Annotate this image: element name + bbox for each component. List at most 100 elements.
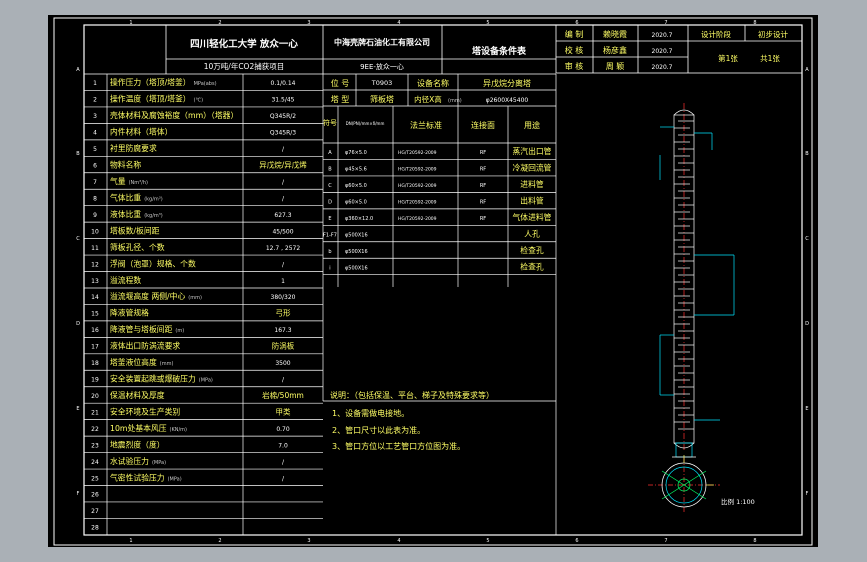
- param-unit: (mm): [188, 295, 202, 301]
- nozzle-std: HG/T20592-2009: [398, 216, 437, 222]
- col-marker-top: 3: [307, 20, 310, 26]
- dims-unit: (mm): [448, 98, 462, 104]
- col-marker-top: 5: [486, 20, 489, 26]
- param-label: 降液管规格: [110, 308, 149, 318]
- nozzle-face: RF: [480, 216, 486, 222]
- role-label: 审 核: [565, 61, 584, 71]
- param-no: 15: [91, 311, 99, 318]
- param-no: 9: [93, 212, 97, 219]
- param-label: 浮阀（泡罩）规格、个数: [110, 258, 196, 268]
- nozzle-header-size: DN(PN)/mm×δ/mm: [346, 121, 385, 126]
- param-no: 14: [91, 294, 99, 301]
- param-value: /: [282, 179, 285, 186]
- param-value: 甲类: [276, 406, 291, 416]
- param-value: /: [282, 475, 285, 482]
- col-marker-bottom: 4: [397, 538, 400, 544]
- param-no: 7: [93, 179, 97, 186]
- param-value: 1: [281, 278, 285, 285]
- param-value: Q345R/2: [270, 113, 296, 120]
- role-label: 校 核: [565, 45, 584, 55]
- dims-value: φ2600X45400: [486, 97, 529, 104]
- nozzle-use: 气体进料管: [513, 212, 552, 222]
- param-value: 380/320: [271, 294, 296, 301]
- param-value: 167.3: [274, 327, 291, 334]
- nozzle-use: 进料管: [520, 179, 544, 189]
- param-no: 1: [93, 80, 97, 87]
- param-value: 异戊烷/异戊烯: [259, 160, 307, 170]
- nozzle-orientation-plan: [648, 455, 720, 513]
- note-3: 3、管口方位以工艺管口方位图为准。: [332, 441, 465, 451]
- param-value: /: [282, 195, 285, 202]
- name-value: 异戊烷分离塔: [483, 78, 531, 88]
- nozzle-symbol: C: [328, 183, 332, 189]
- param-value: /: [282, 261, 285, 268]
- param-no: 8: [93, 195, 97, 202]
- tag-label: 位 号: [331, 78, 350, 88]
- param-no: 5: [93, 146, 97, 153]
- param-value: 弓形: [276, 309, 291, 318]
- nozzle-symbol: E: [328, 216, 331, 222]
- nozzle-header-std: 法兰标准: [410, 120, 442, 130]
- param-label: 液体比重: [110, 209, 141, 219]
- sheet-total: 共1张: [760, 54, 780, 63]
- param-no: 24: [91, 459, 99, 466]
- param-no: 26: [91, 492, 99, 499]
- row-marker-right: D: [805, 321, 809, 327]
- role-name: 杨彦鑫: [603, 45, 627, 55]
- nozzle-face: RF: [480, 183, 486, 189]
- drawing-canvas[interactable]: 1122334455667788AABBCCDDEEFF 四川轻化工大学 放众一…: [48, 15, 818, 547]
- nozzle-std: HG/T20592-2009: [398, 200, 437, 206]
- drawing-name: 9EE-放众一心: [360, 62, 404, 71]
- sheet-title: 塔设备条件表: [472, 45, 527, 57]
- param-no: 2: [93, 97, 97, 104]
- role-name: 赖晓霞: [603, 29, 627, 39]
- nozzle-symbol: B: [328, 167, 332, 173]
- param-no: 21: [91, 409, 99, 416]
- param-value: 防涡板: [272, 341, 295, 351]
- param-label: 塔釜液位高度: [110, 357, 157, 367]
- dims-label: 内径X高: [414, 94, 442, 104]
- company-name: 中海壳牌石油化工有限公司: [334, 37, 430, 47]
- role-date: 2020.7: [652, 32, 673, 39]
- nozzle-size: φ60×5.0: [345, 200, 367, 206]
- col-marker-bottom: 2: [218, 538, 221, 544]
- sheet-no: 第1张: [718, 53, 738, 63]
- param-no: 28: [91, 525, 99, 532]
- nozzle-use: 蒸汽出口管: [513, 146, 552, 156]
- nozzle-size: φ500X16: [345, 265, 368, 271]
- param-no: 23: [91, 442, 99, 449]
- param-unit: MPa(abs): [194, 81, 217, 87]
- param-unit: (MPa): [152, 460, 166, 466]
- row-marker-left: B: [76, 151, 80, 157]
- param-label: 气量: [110, 176, 126, 186]
- nozzle-symbol: F1-F7: [323, 233, 337, 239]
- nozzle-symbol: A: [328, 150, 332, 156]
- nozzle-std: HG/T20592-2009: [398, 150, 437, 156]
- param-no: 12: [91, 261, 99, 268]
- nozzle-size: φ60×5.0: [345, 183, 367, 189]
- type-value: 筛板塔: [370, 94, 394, 104]
- nozzle-header-symbol: 符号: [323, 118, 337, 127]
- param-label: 操作压力（塔顶/塔釜）: [110, 77, 191, 87]
- param-no: 19: [91, 377, 99, 384]
- tower-elevation: [659, 103, 735, 458]
- tag-value: T0903: [371, 79, 393, 87]
- param-no: 16: [91, 327, 99, 334]
- param-label: 液体出口防涡流要求: [110, 341, 180, 351]
- param-value: /: [282, 459, 285, 466]
- nozzle-std: HG/T20592-2009: [398, 167, 437, 173]
- col-marker-bottom: 3: [307, 538, 310, 544]
- param-value: 0.1/0.14: [271, 80, 296, 87]
- param-label: 保温材料及厚度: [110, 390, 165, 400]
- param-unit: (Nm³/h): [129, 180, 148, 186]
- param-unit: (KN/m): [170, 427, 188, 433]
- param-unit: (MPa): [199, 378, 213, 384]
- col-marker-top: 2: [218, 20, 221, 26]
- param-label: 降液管与塔板间距: [110, 324, 173, 334]
- param-no: 10: [91, 228, 99, 235]
- param-no: 13: [91, 278, 99, 285]
- nozzle-std: HG/T20592-2009: [398, 183, 437, 189]
- tower-drawing: 1122334455667788A AB BC CD DE EF F 四川轻化工大学 放众一…: [53, 17, 813, 546]
- param-unit: (m): [175, 328, 184, 334]
- row-marker-right: C: [805, 236, 809, 242]
